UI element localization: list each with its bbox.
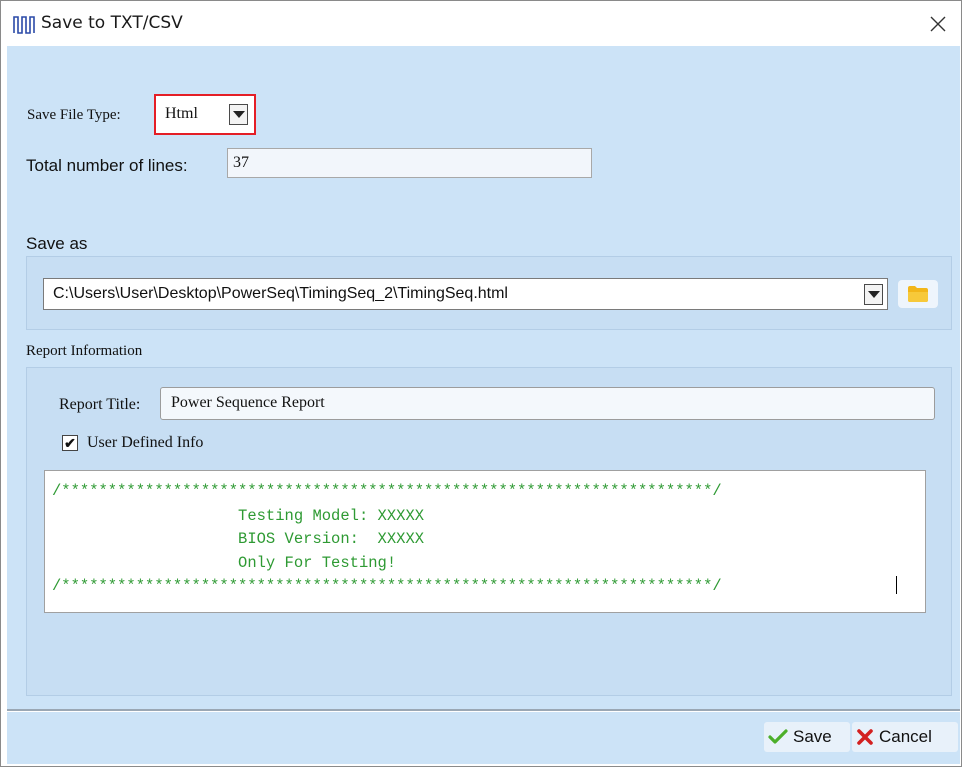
total-lines-field: 37	[227, 148, 592, 178]
info-line: Testing Model: XXXXX	[52, 507, 425, 525]
user-defined-info-checkbox[interactable]: ✔	[62, 435, 78, 451]
user-defined-info-label: User Defined Info	[87, 434, 204, 451]
save-as-label: Save as	[26, 234, 88, 253]
save-button[interactable]: Save	[764, 722, 850, 752]
window-title: Save to TXT/CSV	[41, 13, 183, 33]
report-title-label: Report Title:	[59, 396, 141, 413]
info-line: Only For Testing!	[52, 554, 397, 572]
waveform-app-icon	[13, 14, 35, 34]
report-title-input[interactable]: Power Sequence Report	[160, 387, 935, 420]
chevron-down-icon	[232, 111, 245, 118]
info-line: /***************************************…	[52, 577, 722, 595]
checkmark-icon	[768, 729, 788, 744]
folder-icon	[908, 286, 928, 302]
save-path-dropdown-button[interactable]	[864, 284, 883, 305]
info-line: BIOS Version: XXXXX	[52, 530, 425, 548]
text-caret	[896, 576, 897, 594]
file-type-value: Html	[165, 105, 198, 122]
cancel-button[interactable]: Cancel	[852, 722, 958, 752]
save-path-value: C:\Users\User\Desktop\PowerSeq\TimingSeq…	[53, 285, 508, 302]
report-information-label: Report Information	[26, 343, 143, 359]
total-lines-label: Total number of lines:	[26, 156, 188, 175]
browse-folder-button[interactable]	[898, 280, 938, 308]
file-type-dropdown-button[interactable]	[229, 104, 248, 125]
title-bar: Save to TXT/CSV	[1, 1, 961, 47]
save-path-combobox[interactable]: C:\Users\User\Desktop\PowerSeq\TimingSeq…	[43, 278, 888, 310]
chevron-down-icon	[867, 291, 880, 298]
cancel-x-icon	[857, 729, 873, 745]
info-line: /***************************************…	[52, 482, 722, 500]
footer-divider	[7, 709, 960, 712]
close-icon	[930, 16, 946, 32]
save-button-label: Save	[793, 727, 832, 746]
file-type-dropdown[interactable]: Html	[154, 94, 256, 135]
cancel-button-label: Cancel	[879, 727, 932, 746]
close-button[interactable]	[915, 1, 961, 47]
file-type-label: Save File Type:	[27, 107, 121, 123]
